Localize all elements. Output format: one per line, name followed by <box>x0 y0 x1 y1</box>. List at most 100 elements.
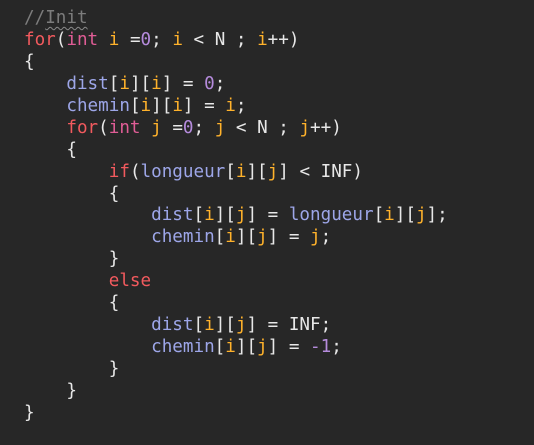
code-token-var: j <box>151 117 162 138</box>
code-token-var: i <box>151 73 162 94</box>
code-token-ws <box>204 30 215 50</box>
code-token-punct: ) <box>331 117 342 138</box>
code-token-punct: ( <box>129 161 141 182</box>
code-line[interactable]: chemin[i][j] = j; <box>24 227 448 249</box>
code-token-ws <box>24 227 151 247</box>
code-token-punct: ][ <box>246 161 268 182</box>
code-token-op: = <box>267 205 279 226</box>
code-line[interactable]: } <box>24 381 448 403</box>
code-token-var: i <box>119 73 130 94</box>
code-token-ws <box>278 205 289 225</box>
code-token-punct: ; <box>320 227 332 248</box>
code-token-const: N <box>214 29 226 50</box>
code-token-op: = <box>182 73 194 94</box>
code-token-punct: ] <box>182 95 194 116</box>
code-line[interactable]: { <box>24 184 448 206</box>
code-token-var: i <box>108 29 120 50</box>
code-token-ws <box>257 205 268 225</box>
code-token-number: 0 <box>140 29 152 50</box>
code-token-ws <box>289 162 300 182</box>
code-token-ws <box>246 118 257 138</box>
code-token-punct: ] <box>246 205 258 226</box>
code-token-var: j <box>299 117 311 138</box>
code-line[interactable]: { <box>24 140 448 162</box>
code-token-punct: ][ <box>394 205 416 226</box>
code-token-punct: ] <box>161 73 173 94</box>
code-token-op: < <box>299 161 311 182</box>
code-token-ident: chemin <box>151 227 215 248</box>
code-token-punct: } <box>108 359 120 379</box>
code-token-punct: [ <box>214 227 226 248</box>
code-line[interactable]: else <box>24 271 448 293</box>
code-line[interactable]: { <box>24 293 448 315</box>
code-token-var: i <box>225 337 236 358</box>
code-token-punct: { <box>108 183 120 204</box>
code-token-var: i <box>235 161 247 182</box>
code-token-punct: ( <box>55 29 67 50</box>
code-line[interactable]: //Init <box>24 8 448 30</box>
code-line[interactable]: for(int j =0; j < N ; j++) <box>24 118 448 140</box>
code-line[interactable]: if(longueur[i][j] < INF) <box>24 162 448 184</box>
code-token-punct: ; <box>320 315 332 336</box>
code-token-punct: ][ <box>214 205 236 226</box>
code-token-var: j <box>235 315 247 336</box>
code-token-punct: } <box>24 402 35 423</box>
code-token-ws <box>24 271 109 291</box>
code-token-ws <box>24 118 66 138</box>
code-token-punct: ] <box>278 161 289 182</box>
code-line[interactable]: } <box>24 403 448 425</box>
code-token-punct: ] <box>246 315 258 336</box>
code-token-ws <box>24 337 151 357</box>
code-token-punct: } <box>108 249 120 270</box>
code-token-op: = <box>267 315 279 336</box>
code-token-punct: ) <box>288 29 300 50</box>
code-line[interactable]: } <box>24 249 448 271</box>
code-line[interactable]: dist[i][j] = longueur[i][j]; <box>24 205 448 227</box>
code-line[interactable]: for(int i =0; i < N ; i++) <box>24 30 448 52</box>
code-token-punct: ; <box>278 117 289 138</box>
code-token-ws <box>24 293 109 313</box>
code-token-ws <box>172 74 183 94</box>
code-token-punct: ][ <box>151 95 173 116</box>
code-line[interactable]: } <box>24 359 448 381</box>
code-line[interactable]: dist[i][i] = 0; <box>24 74 448 96</box>
code-token-ws <box>257 315 268 335</box>
code-token-ws <box>183 30 194 50</box>
code-token-punct: [ <box>193 315 205 336</box>
code-line[interactable]: chemin[i][i] = i; <box>24 96 448 118</box>
code-line[interactable]: { <box>24 52 448 74</box>
code-token-punct: ]; <box>426 205 448 226</box>
code-token-comment: // <box>24 8 46 28</box>
code-token-ws <box>246 30 257 50</box>
code-token-ident: dist <box>151 315 194 336</box>
code-token-punct: { <box>108 293 120 314</box>
code-token-punct: } <box>66 380 77 401</box>
code-token-var: j <box>267 161 279 182</box>
code-token-ws <box>278 315 289 335</box>
code-token-var: i <box>225 227 236 248</box>
code-token-var: i <box>172 29 183 50</box>
code-token-punct: [ <box>193 205 205 226</box>
code-token-punct: ][ <box>235 337 258 358</box>
code-token-ws <box>278 227 289 247</box>
code-token-op: = <box>204 95 215 116</box>
code-token-number: -1 <box>310 337 332 358</box>
code-token-keyword: for <box>24 29 56 50</box>
code-token-punct: { <box>66 139 77 160</box>
code-token-const: INF <box>288 315 321 336</box>
code-token-punct: ; <box>214 73 226 94</box>
code-line[interactable]: chemin[i][j] = -1; <box>24 337 448 359</box>
code-token-var: j <box>310 227 321 248</box>
code-token-comment-underline: Init <box>45 8 88 28</box>
code-content[interactable]: //Init for(int i =0; i < N ; i++){ dist[i… <box>24 8 448 425</box>
code-token-punct: ][ <box>129 73 152 94</box>
code-token-ws <box>24 140 66 160</box>
code-token-var: i <box>204 205 215 226</box>
code-token-ws <box>24 184 109 204</box>
code-token-op: = <box>129 29 141 50</box>
code-editor[interactable]: //Init for(int i =0; i < N ; i++){ dist[i… <box>0 0 534 445</box>
code-token-ident: dist <box>66 73 109 94</box>
code-token-ws <box>310 162 321 182</box>
code-line[interactable]: dist[i][j] = INF; <box>24 315 448 337</box>
code-token-punct: [ <box>225 161 236 182</box>
